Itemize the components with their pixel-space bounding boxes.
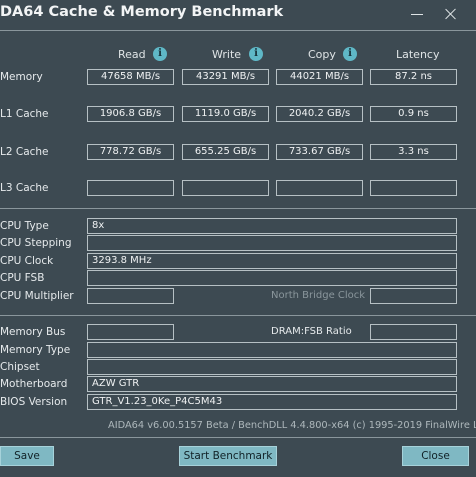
memory-copy-value: 44021 MB/s bbox=[276, 69, 363, 85]
row-label-memory: Memory bbox=[0, 71, 43, 83]
window-title: DA64 Cache & Memory Benchmark bbox=[0, 4, 284, 20]
north-bridge-clock-label: North Bridge Clock bbox=[271, 290, 366, 301]
memory-type-value bbox=[87, 342, 457, 358]
l3-write-value bbox=[182, 180, 269, 196]
row-label-l2-cache: L2 Cache bbox=[0, 146, 49, 158]
column-header-read: Read bbox=[118, 48, 146, 61]
l2-write-value: 655.25 GB/s bbox=[182, 144, 269, 160]
version-footer: AIDA64 v6.00.5157 Beta / BenchDLL 4.4.80… bbox=[108, 420, 476, 431]
l2-copy-value: 733.67 GB/s bbox=[276, 144, 363, 160]
north-bridge-clock-value bbox=[370, 288, 457, 304]
label-cpu-type: CPU Type bbox=[0, 220, 49, 232]
row-label-l3-cache: L3 Cache bbox=[0, 182, 49, 194]
label-cpu-stepping: CPU Stepping bbox=[0, 237, 72, 249]
cpu-stepping-value bbox=[87, 235, 457, 251]
column-header-latency: Latency bbox=[396, 48, 440, 61]
l1-read-value: 1906.8 GB/s bbox=[87, 106, 174, 122]
l2-read-value: 778.72 GB/s bbox=[87, 144, 174, 160]
copy-info-icon[interactable]: i bbox=[343, 47, 357, 61]
section-separator bbox=[0, 208, 476, 209]
title-separator bbox=[0, 30, 476, 31]
bios-version-value: GTR_V1.23_0Ke_P4C5M43 bbox=[87, 394, 457, 410]
label-bios-version: BIOS Version bbox=[0, 396, 68, 408]
label-memory-type: Memory Type bbox=[0, 344, 71, 356]
label-cpu-clock: CPU Clock bbox=[0, 255, 54, 267]
memory-read-value: 47658 MB/s bbox=[87, 69, 174, 85]
column-header-copy: Copy bbox=[308, 48, 336, 61]
save-button[interactable]: Save bbox=[0, 446, 54, 466]
memory-latency-value: 87.2 ns bbox=[370, 69, 457, 85]
start-benchmark-button[interactable]: Start Benchmark bbox=[179, 446, 277, 466]
column-header-write: Write bbox=[212, 48, 242, 61]
write-info-icon[interactable]: i bbox=[249, 47, 263, 61]
label-cpu-fsb: CPU FSB bbox=[0, 272, 45, 284]
memory-write-value: 43291 MB/s bbox=[182, 69, 269, 85]
cpu-multiplier-value bbox=[87, 288, 174, 304]
l2-latency-value: 3.3 ns bbox=[370, 144, 457, 160]
section-separator-2 bbox=[0, 315, 476, 316]
memory-bus-value bbox=[87, 324, 174, 340]
l1-latency-value: 0.9 ns bbox=[370, 106, 457, 122]
label-memory-bus: Memory Bus bbox=[0, 326, 66, 338]
label-cpu-multiplier: CPU Multiplier bbox=[0, 290, 74, 302]
row-label-l1-cache: L1 Cache bbox=[0, 108, 49, 120]
label-motherboard: Motherboard bbox=[0, 378, 68, 390]
motherboard-value: AZW GTR bbox=[87, 376, 457, 392]
l3-copy-value bbox=[276, 180, 363, 196]
cpu-type-value: 8x bbox=[87, 218, 457, 234]
cpu-fsb-value bbox=[87, 270, 457, 286]
cpu-clock-value: 3293.8 MHz bbox=[87, 253, 457, 269]
dram-fsb-ratio-label: DRAM:FSB Ratio bbox=[271, 326, 352, 337]
close-window-icon[interactable] bbox=[445, 8, 457, 20]
read-info-icon[interactable]: i bbox=[153, 47, 167, 61]
footer-separator bbox=[0, 437, 476, 438]
dram-fsb-ratio-value bbox=[370, 324, 457, 340]
minimize-icon[interactable] bbox=[411, 8, 423, 20]
l3-latency-value bbox=[370, 180, 457, 196]
l1-write-value: 1119.0 GB/s bbox=[182, 106, 269, 122]
close-button[interactable]: Close bbox=[402, 446, 469, 466]
l1-copy-value: 2040.2 GB/s bbox=[276, 106, 363, 122]
chipset-value bbox=[87, 359, 457, 375]
l3-read-value bbox=[87, 180, 174, 196]
label-chipset: Chipset bbox=[0, 361, 40, 373]
